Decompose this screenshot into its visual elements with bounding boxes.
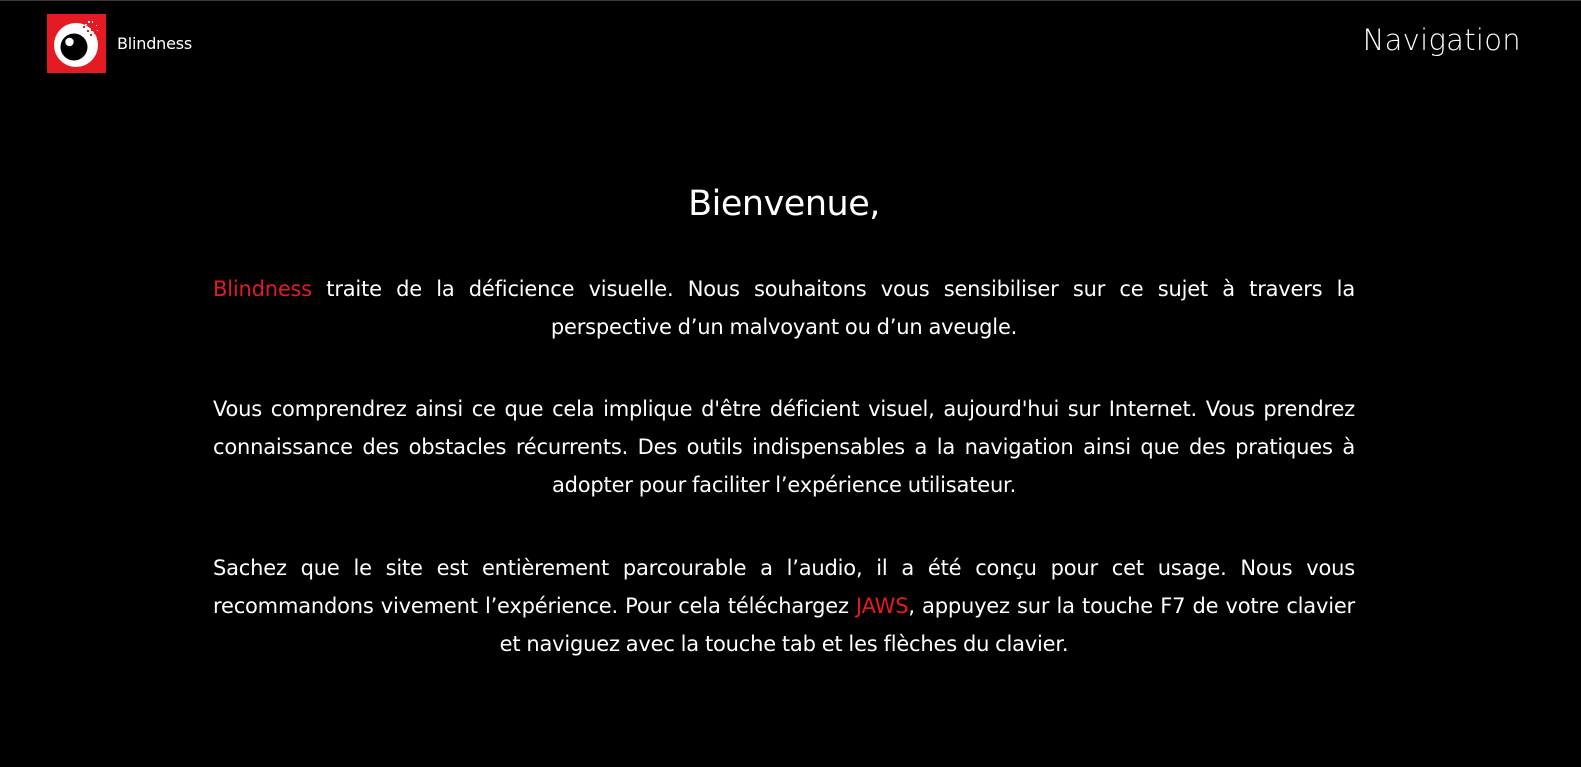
instructions-paragraph: Sachez que le site est entièrement parco… — [213, 549, 1355, 663]
brand-name: Blindness — [213, 277, 313, 301]
jaws-link[interactable]: JAWS — [856, 594, 909, 618]
intro-text: traite de la déficience visuelle. Nous s… — [312, 277, 1355, 339]
intro-paragraph: Blindness traite de la déficience visuel… — [213, 270, 1355, 346]
welcome-section: Bienvenue, Blindness traite de la défici… — [213, 180, 1355, 663]
page-title: Bienvenue, — [688, 184, 880, 224]
navigation-menu-link[interactable]: Navigation — [1363, 23, 1521, 57]
eye-icon — [47, 14, 106, 73]
site-header: Blindness Navigation — [0, 1, 1581, 81]
description-text: Vous comprendrez ainsi ce que cela impli… — [213, 397, 1355, 497]
logo-link[interactable]: Blindness — [47, 14, 192, 73]
description-paragraph: Vous comprendrez ainsi ce que cela impli… — [213, 390, 1355, 504]
logo-text: Blindness — [117, 34, 193, 53]
